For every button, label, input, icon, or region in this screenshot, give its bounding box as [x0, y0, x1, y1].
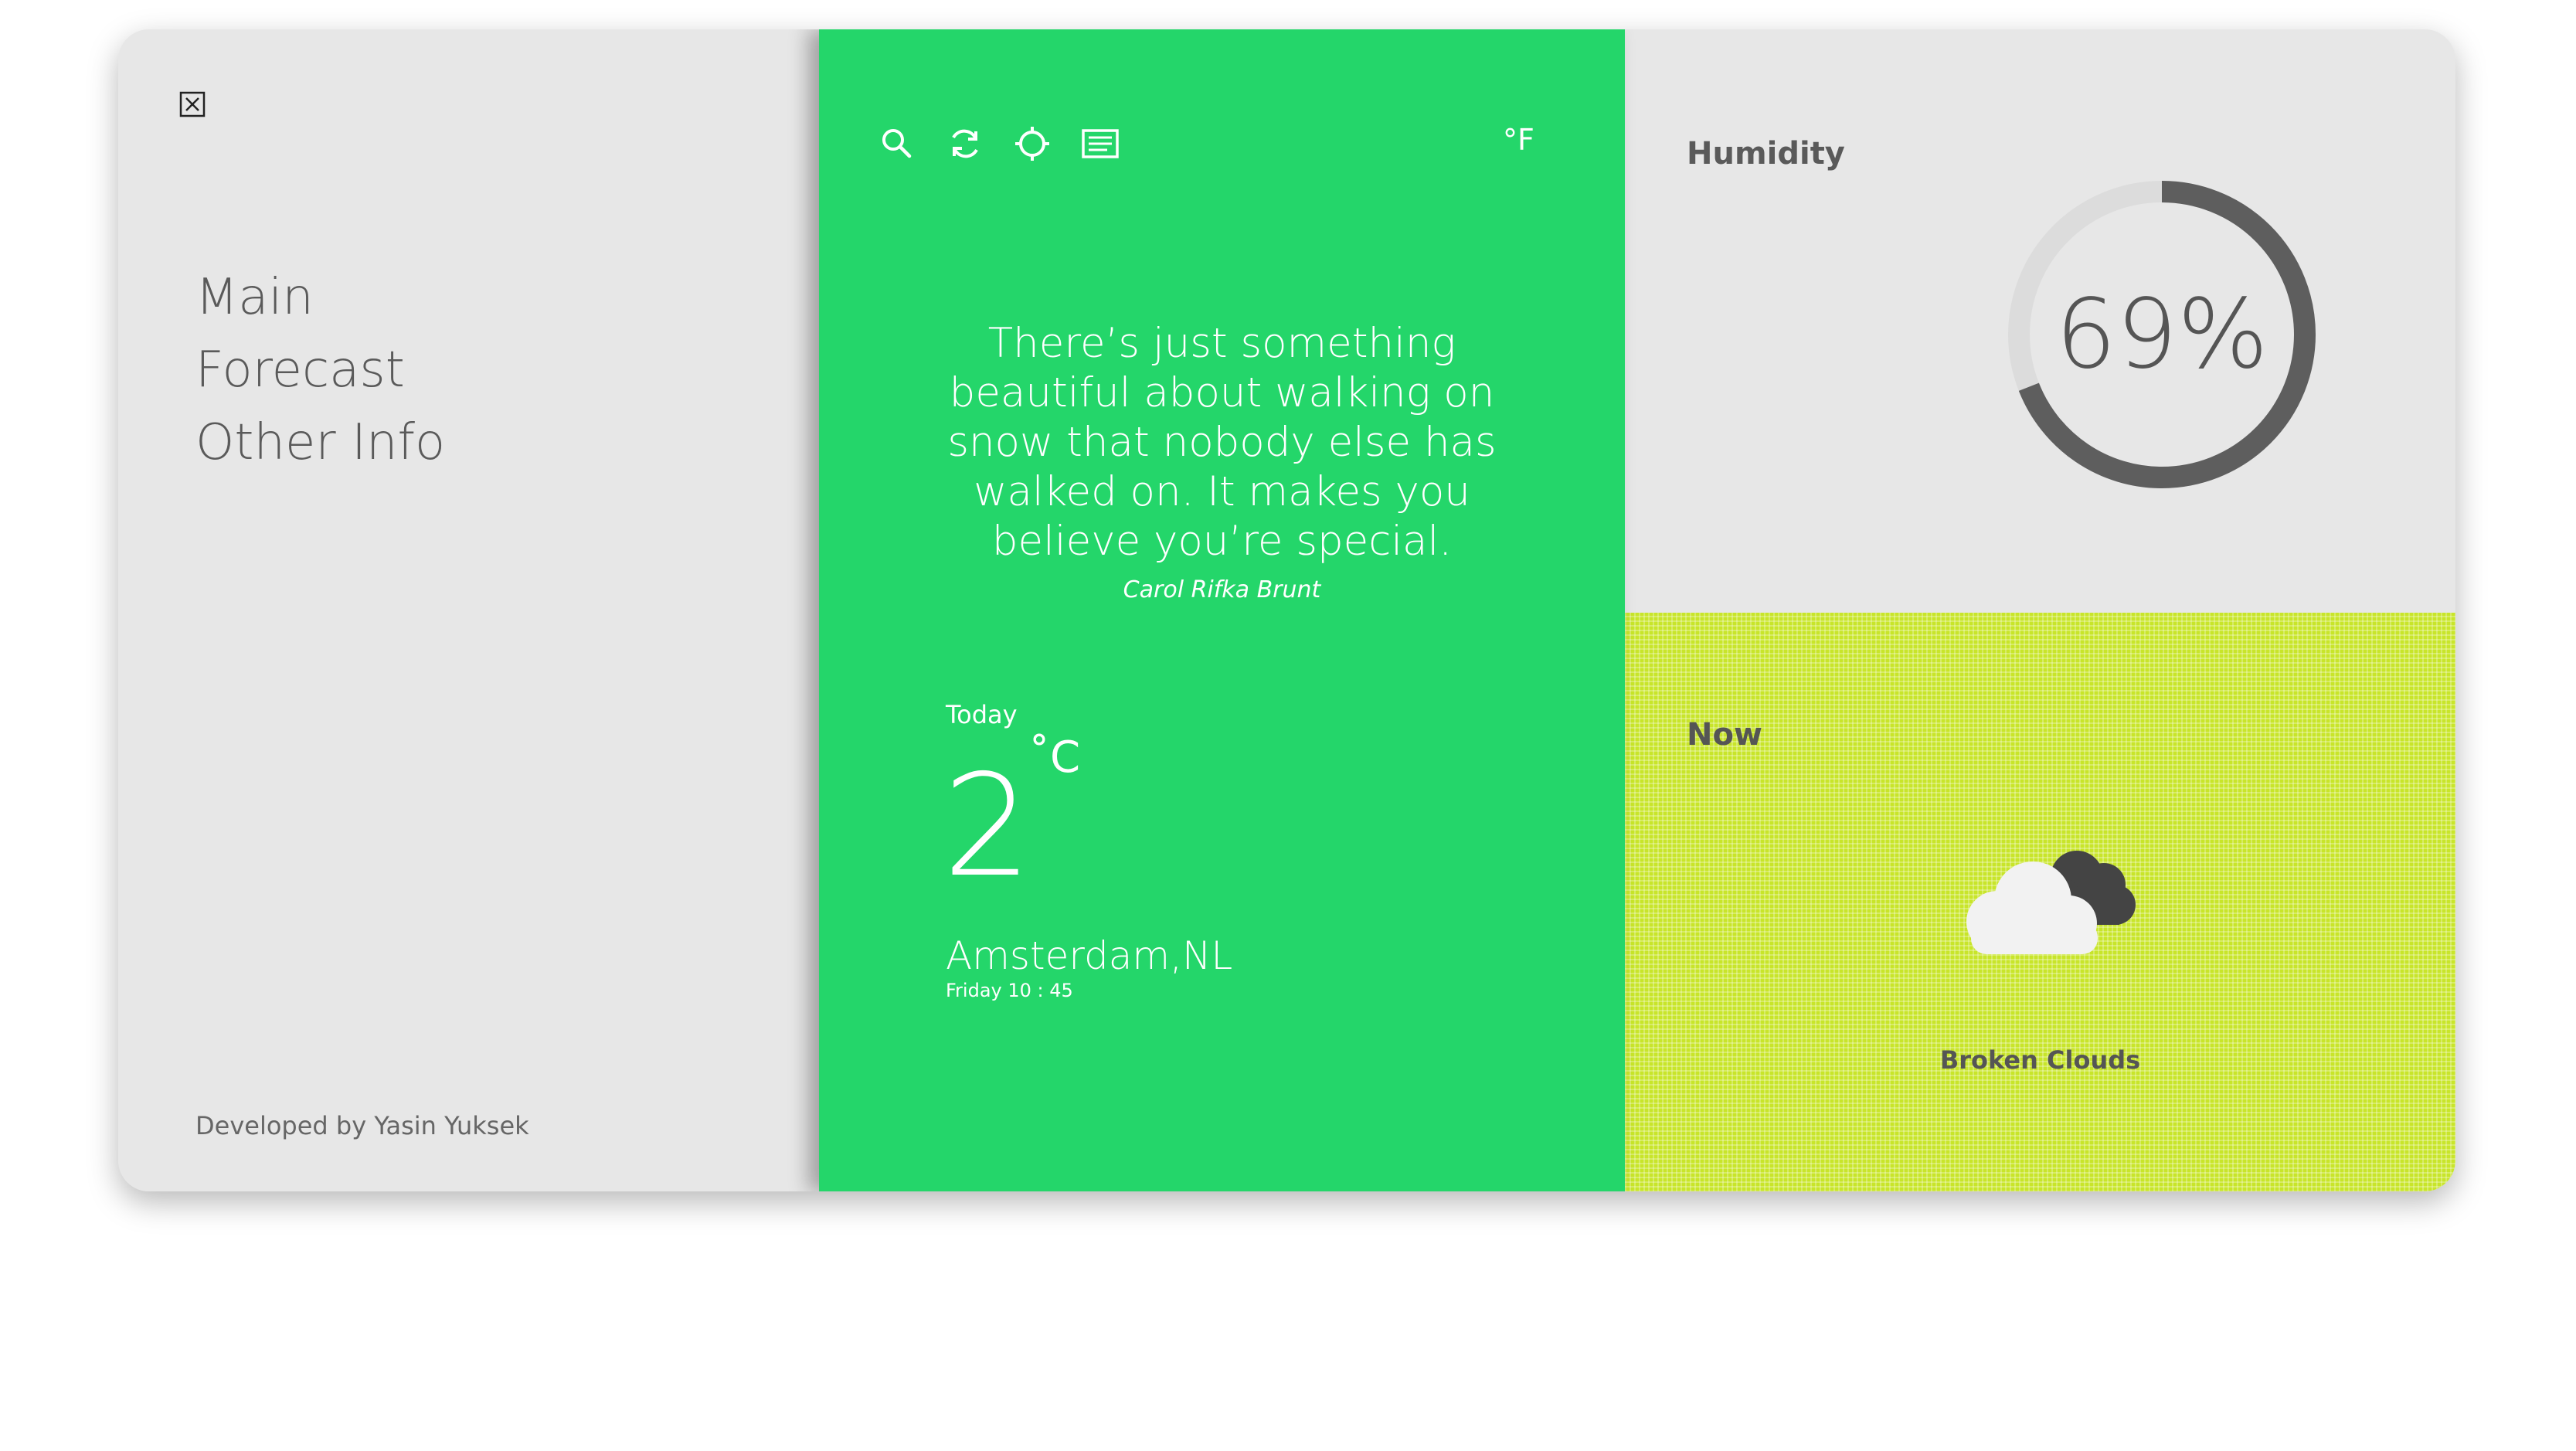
- quote-author: Carol Rifka Brunt: [1123, 576, 1321, 603]
- unit-toggle-button[interactable]: °F: [1503, 123, 1534, 157]
- menu-item-other-info[interactable]: Other Info: [195, 406, 445, 479]
- weather-app: Main Forecast Other Info Developed by Ya…: [118, 29, 2455, 1191]
- search-icon[interactable]: [877, 124, 917, 164]
- menu-item-main[interactable]: Main: [195, 261, 445, 334]
- broken-clouds-icon: [1966, 851, 2136, 954]
- humidity-title: Humidity: [1687, 136, 1845, 172]
- temperature-unit: ˚C: [1028, 732, 1081, 783]
- temperature-value: 2: [943, 744, 1032, 908]
- humidity-value: 69%: [2055, 279, 2268, 390]
- date-time: Friday 10 : 45: [946, 980, 1073, 1001]
- main-panel: °F There’s just something beautiful abou…: [819, 29, 1625, 1191]
- now-title: Now: [1687, 717, 1762, 753]
- humidity-panel: Humidity 69%: [1625, 29, 2455, 613]
- today-label: Today: [946, 700, 1018, 729]
- developer-credits: Developed by Yasin Yuksek: [195, 1111, 529, 1140]
- close-icon[interactable]: [179, 91, 206, 117]
- sidebar: Main Forecast Other Info Developed by Ya…: [118, 29, 821, 1191]
- weather-quote: There’s just something beautiful about w…: [947, 320, 1497, 565]
- refresh-icon[interactable]: [945, 124, 985, 164]
- menu-item-forecast[interactable]: Forecast: [195, 334, 445, 406]
- list-icon[interactable]: [1080, 124, 1120, 164]
- weather-condition: Broken Clouds: [1939, 1045, 2141, 1075]
- now-panel: Now Broken Clouds: [1625, 613, 2455, 1191]
- nav-menu: Main Forecast Other Info: [195, 261, 445, 479]
- city-name: Amsterdam,NL: [946, 933, 1233, 978]
- locate-icon[interactable]: [1012, 124, 1052, 164]
